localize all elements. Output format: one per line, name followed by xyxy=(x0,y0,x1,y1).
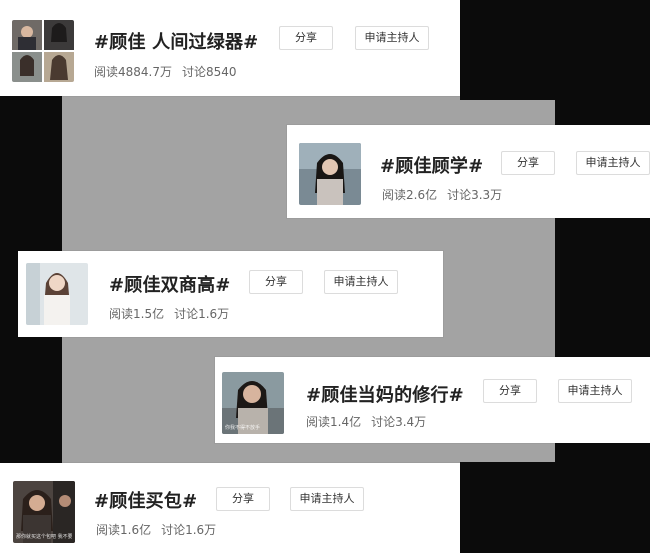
apply-host-button[interactable]: 申请主持人 xyxy=(576,151,650,175)
apply-host-button[interactable]: 申请主持人 xyxy=(324,270,398,294)
apply-host-button[interactable]: 申请主持人 xyxy=(558,379,632,403)
topic-thumbnail xyxy=(299,143,361,205)
topic-stats: 阅读1.5亿 讨论1.6万 xyxy=(109,305,229,322)
topic-card[interactable]: #顾佳顾学# 阅读2.6亿 讨论3.3万 分享 申请主持人 xyxy=(287,125,650,218)
topic-stats: 阅读1.4亿 讨论3.4万 xyxy=(306,413,426,430)
apply-host-button[interactable]: 申请主持人 xyxy=(355,26,429,50)
share-button[interactable]: 分享 xyxy=(501,151,555,175)
read-count: 阅读1.6亿 xyxy=(96,523,152,537)
topic-title[interactable]: #顾佳买包# xyxy=(94,487,197,513)
share-button[interactable]: 分享 xyxy=(249,270,303,294)
thumbnail-caption: 那你就买这个包吧 我不要 xyxy=(16,534,72,540)
read-count: 阅读1.5亿 xyxy=(109,307,165,321)
topic-stats: 阅读4884.7万 讨论8540 xyxy=(94,63,237,80)
topic-thumbnail: 你我不得不放手 xyxy=(222,372,284,434)
discuss-count: 讨论3.4万 xyxy=(371,415,427,429)
topic-title[interactable]: #顾佳双商高# xyxy=(109,271,231,297)
discuss-count: 讨论8540 xyxy=(182,65,237,79)
topic-card[interactable]: 你我不得不放手 #顾佳当妈的修行# 阅读1.4亿 讨论3.4万 分享 申请主持人 xyxy=(215,357,650,443)
apply-host-button[interactable]: 申请主持人 xyxy=(290,487,364,511)
share-button[interactable]: 分享 xyxy=(216,487,270,511)
topic-card[interactable]: #顾佳 人间过绿器# 阅读4884.7万 讨论8540 分享 申请主持人 xyxy=(0,0,460,96)
topic-title[interactable]: #顾佳当妈的修行# xyxy=(306,381,464,407)
discuss-count: 讨论3.3万 xyxy=(447,188,503,202)
topic-thumbnail: 那你就买这个包吧 我不要 xyxy=(13,481,75,543)
topic-stats: 阅读2.6亿 讨论3.3万 xyxy=(382,186,502,203)
discuss-count: 讨论1.6万 xyxy=(174,307,230,321)
topic-thumbnail-collage xyxy=(12,20,74,82)
topic-thumbnail xyxy=(26,263,88,325)
topic-title[interactable]: #顾佳 人间过绿器# xyxy=(94,28,258,54)
thumbnail-caption: 你我不得不放手 xyxy=(225,425,261,431)
share-button[interactable]: 分享 xyxy=(483,379,537,403)
read-count: 阅读2.6亿 xyxy=(382,188,438,202)
background-dark-block-right xyxy=(460,0,650,100)
topic-stats: 阅读1.6亿 讨论1.6万 xyxy=(96,521,216,538)
read-count: 阅读4884.7万 xyxy=(94,65,172,79)
topic-card[interactable]: 那你就买这个包吧 我不要 #顾佳买包# 阅读1.6亿 讨论1.6万 分享 申请主持… xyxy=(0,463,460,553)
share-button[interactable]: 分享 xyxy=(279,26,333,50)
topic-card[interactable]: #顾佳双商高# 阅读1.5亿 讨论1.6万 分享 申请主持人 xyxy=(18,251,443,337)
background-dark-block-bottom xyxy=(460,462,650,553)
read-count: 阅读1.4亿 xyxy=(306,415,362,429)
topic-title[interactable]: #顾佳顾学# xyxy=(380,152,483,178)
discuss-count: 讨论1.6万 xyxy=(161,523,217,537)
